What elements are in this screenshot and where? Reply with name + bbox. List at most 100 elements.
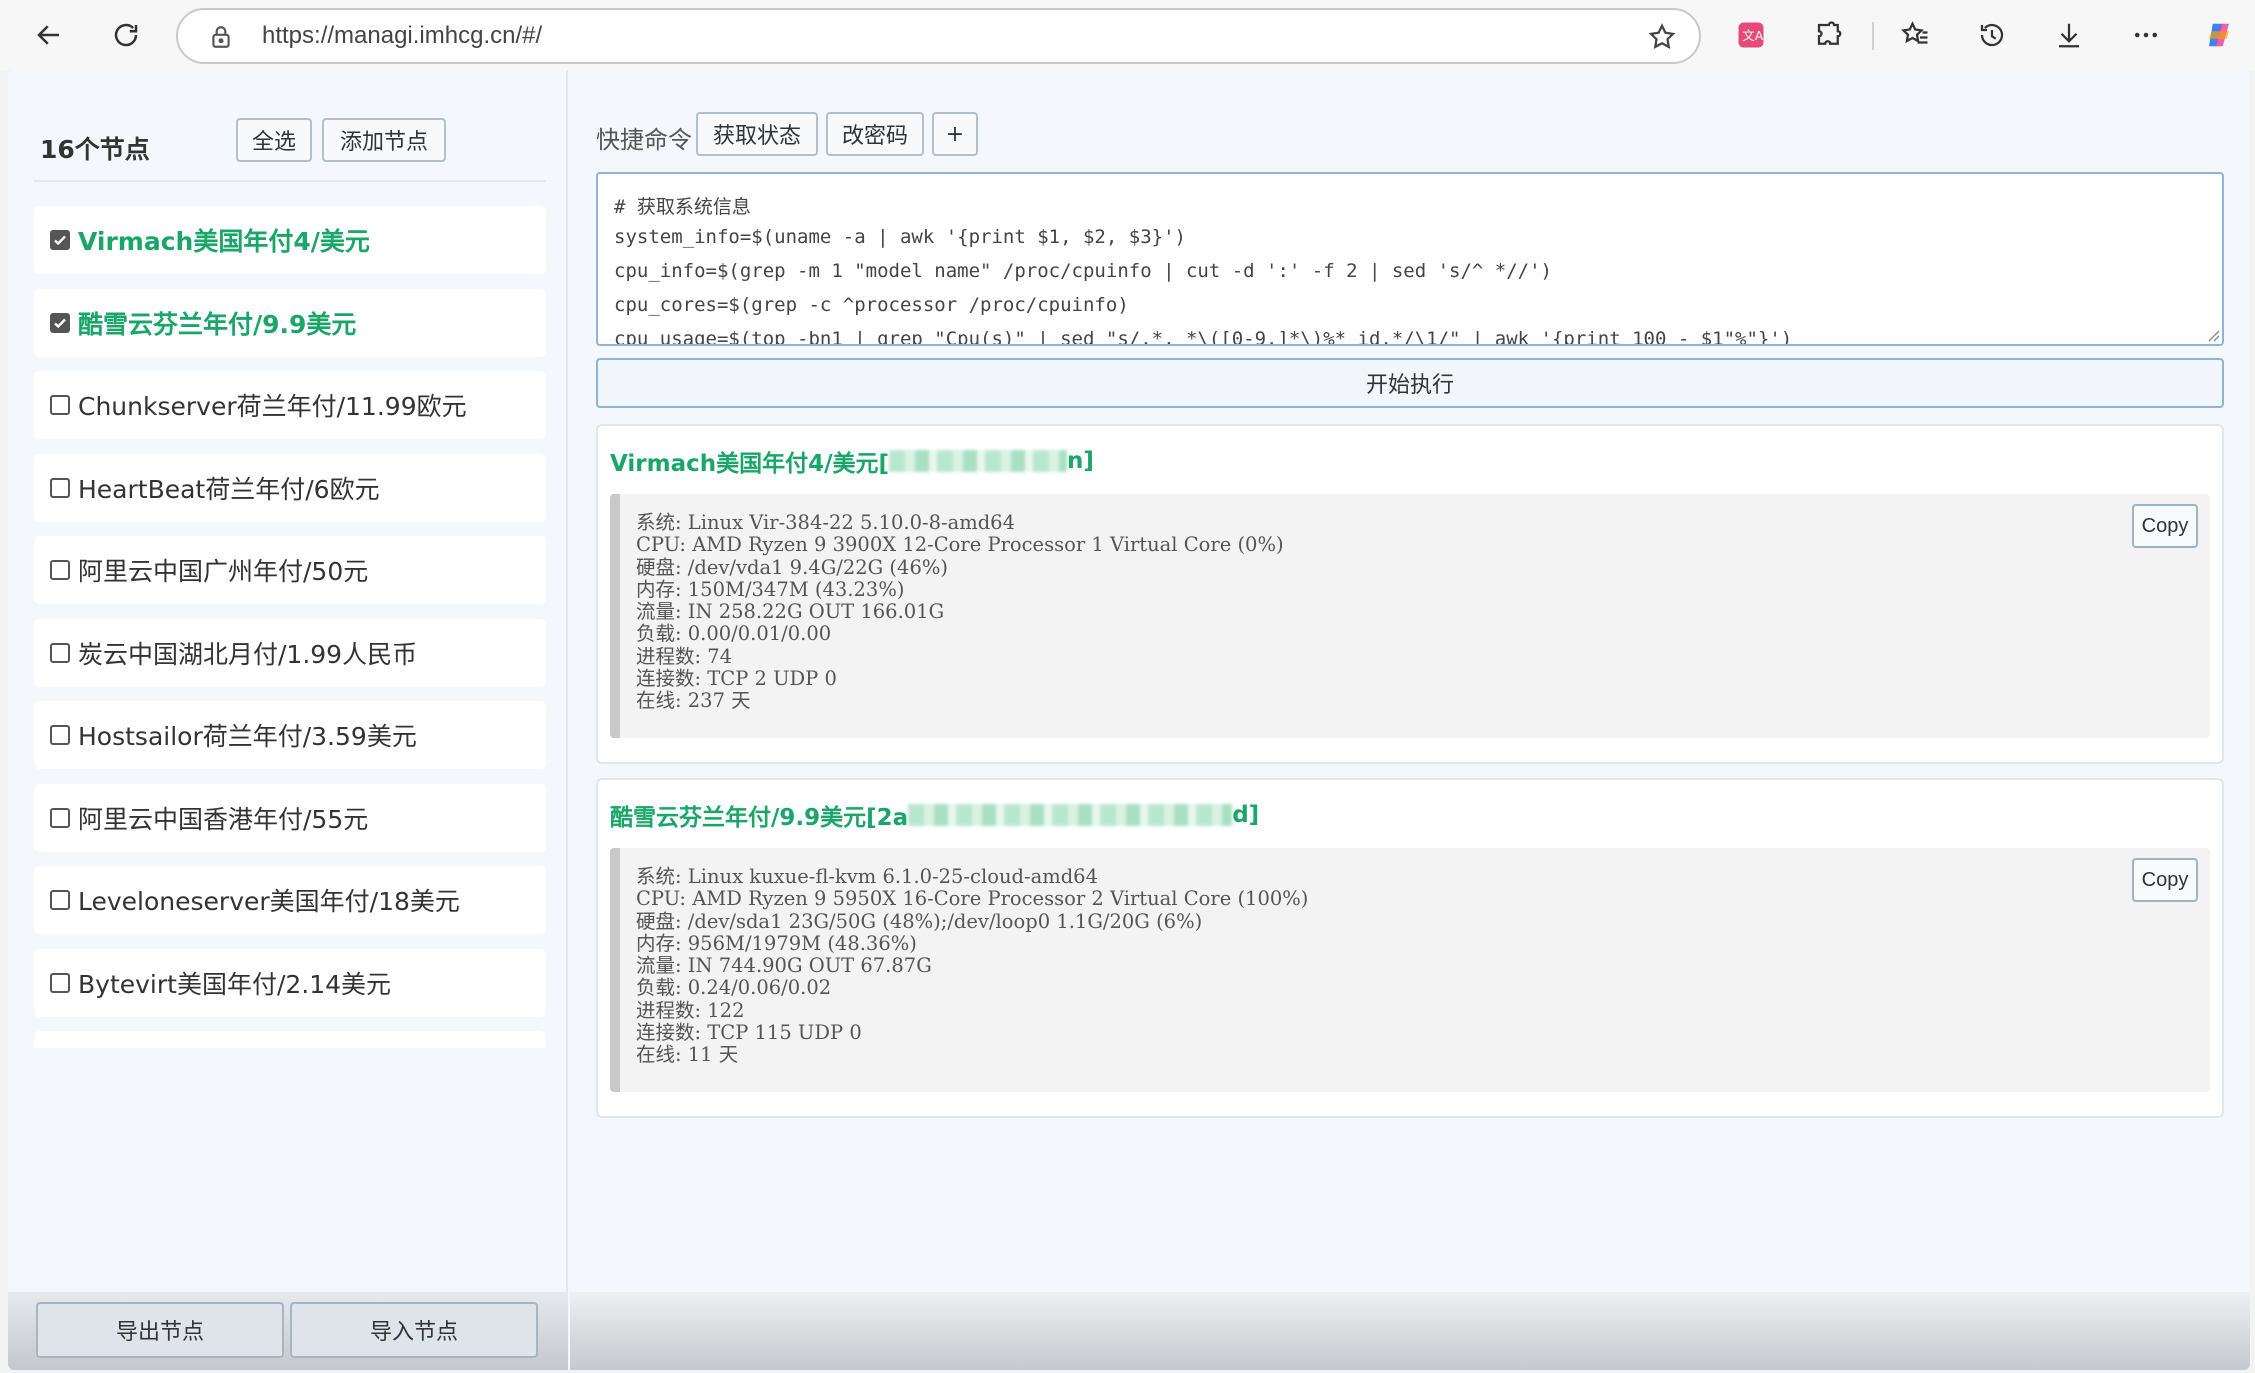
node-item[interactable]: Hostsailor荷兰年付/3.59美元 bbox=[34, 701, 546, 769]
sidebar-footer: 导出节点 导入节点 bbox=[8, 1292, 568, 1370]
node-label: 炭云中国湖北月付/1.99人民币 bbox=[78, 639, 418, 669]
translate-extension-icon[interactable]: 文A bbox=[1728, 12, 1774, 58]
output-line: 在线: 11 天 bbox=[636, 1043, 739, 1067]
copy-button[interactable]: Copy bbox=[2132, 858, 2198, 902]
command-line: cpu_usage=$(top -bn1 | grep "Cpu(s)" | s… bbox=[614, 328, 1793, 346]
command-line: cpu_cores=$(grep -c ^processor /proc/cpu… bbox=[614, 294, 1129, 316]
change-password-button[interactable]: 改密码 bbox=[826, 112, 924, 156]
output-line: 内存: 956M/1979M (48.36%) bbox=[636, 931, 917, 955]
output-line: 硬盘: /dev/vda1 9.4G/22G (46%) bbox=[636, 555, 948, 579]
extensions-puzzle-icon[interactable] bbox=[1806, 12, 1852, 58]
command-line: # 获取系统信息 bbox=[614, 196, 751, 218]
result-title-text: Virmach美国年付4/美元[ bbox=[610, 451, 890, 477]
node-label: Chunkserver荷兰年付/11.99欧元 bbox=[78, 392, 467, 421]
checkbox[interactable] bbox=[50, 890, 70, 910]
node-label: Leveloneserver美国年付/18美元 bbox=[78, 887, 460, 916]
add-command-button[interactable]: + bbox=[932, 112, 978, 156]
copilot-icon[interactable] bbox=[2196, 12, 2242, 58]
result-output: 系统: Linux Vir-384-22 5.10.0-8-amd64 CPU:… bbox=[610, 494, 2210, 738]
output-line: 在线: 237 天 bbox=[636, 689, 751, 713]
node-item[interactable]: 炭云中国湖北月付/1.99人民币 bbox=[34, 618, 546, 687]
checkbox-checked[interactable] bbox=[50, 230, 70, 250]
result-output: 系统: Linux kuxue-fl-kvm 6.1.0-25-cloud-am… bbox=[610, 848, 2210, 1092]
result-card: Virmach美国年付4/美元[ n] 系统: Linux Vir-384-22… bbox=[596, 424, 2224, 764]
browser-toolbar: https://managi.imhcg.cn/#/ 文A bbox=[0, 0, 2255, 70]
output-line: 流量: IN 744.90G OUT 67.87G bbox=[636, 954, 932, 978]
node-item[interactable]: HeartBeat荷兰年付/6欧元 bbox=[34, 453, 546, 522]
node-label: HeartBeat荷兰年付/6欧元 bbox=[78, 474, 380, 504]
more-menu-icon[interactable] bbox=[2123, 12, 2169, 58]
result-title: 酷雪云芬兰年付/9.9美元[2a d] bbox=[610, 798, 1259, 832]
checkbox[interactable] bbox=[50, 807, 70, 828]
command-textarea[interactable]: # 获取系统信息 system_info=$(uname -a | awk '{… bbox=[596, 172, 2224, 346]
refresh-icon[interactable] bbox=[103, 12, 149, 58]
output-line: 进程数: 74 bbox=[636, 644, 733, 668]
add-node-button[interactable]: 添加节点 bbox=[322, 118, 446, 162]
download-icon[interactable] bbox=[2046, 12, 2092, 58]
main-footer bbox=[570, 1292, 2250, 1370]
node-item[interactable]: 酷雪云芬兰年付/9.9美元 bbox=[34, 288, 546, 357]
favorites-icon[interactable] bbox=[1892, 12, 1938, 58]
history-icon[interactable] bbox=[1969, 12, 2015, 58]
copy-button[interactable]: Copy bbox=[2132, 504, 2198, 548]
node-label: Virmach美国年付4/美元 bbox=[78, 227, 370, 256]
checkbox[interactable] bbox=[50, 477, 70, 498]
output-line: 流量: IN 258.22G OUT 166.01G bbox=[636, 600, 945, 624]
node-label: 阿里云中国广州年付/50元 bbox=[78, 557, 369, 586]
get-status-button[interactable]: 获取状态 bbox=[696, 112, 818, 156]
lock-icon[interactable] bbox=[208, 24, 234, 50]
result-title-suffix: d] bbox=[1232, 802, 1260, 828]
result-title-text: 酷雪云芬兰年付/9.9美元[2a bbox=[610, 805, 909, 831]
node-label: 酷雪云芬兰年付/9.9美元 bbox=[78, 309, 357, 339]
output-line: 进程数: 122 bbox=[636, 998, 745, 1022]
node-item[interactable]: Virmach美国年付4/美元 bbox=[34, 206, 546, 274]
output-line: 内存: 150M/347M (43.23%) bbox=[636, 577, 905, 601]
output-line: 负载: 0.24/0.06/0.02 bbox=[636, 976, 832, 1000]
quick-commands-label: 快捷命令 bbox=[596, 126, 692, 154]
favorite-star-icon[interactable] bbox=[1647, 22, 1677, 52]
checkbox-checked[interactable] bbox=[50, 312, 70, 333]
node-label: 阿里云中国香港年付/55元 bbox=[78, 804, 369, 834]
result-title-suffix: n] bbox=[1067, 448, 1094, 474]
node-item[interactable]: Bytevirt美国年付/2.14美元 bbox=[34, 948, 546, 1017]
checkbox[interactable] bbox=[50, 972, 70, 993]
output-line: CPU: AMD Ryzen 9 3900X 12-Core Processor… bbox=[636, 533, 1284, 557]
svg-text:文A: 文A bbox=[1742, 28, 1764, 43]
back-icon[interactable] bbox=[26, 12, 72, 58]
output-line: 系统: Linux kuxue-fl-kvm 6.1.0-25-cloud-am… bbox=[636, 865, 1098, 888]
url-text[interactable]: https://managi.imhcg.cn/#/ bbox=[262, 22, 542, 50]
checkbox[interactable] bbox=[50, 642, 70, 663]
command-line: cpu_info=$(grep -m 1 "model name" /proc/… bbox=[614, 260, 1552, 282]
select-all-button[interactable]: 全选 bbox=[236, 118, 312, 162]
run-button[interactable]: 开始执行 bbox=[596, 358, 2224, 408]
checkbox[interactable] bbox=[50, 725, 70, 745]
output-line: 连接数: TCP 115 UDP 0 bbox=[636, 1021, 862, 1045]
node-item[interactable]: 阿里云中国香港年付/55元 bbox=[34, 783, 546, 852]
output-line: 硬盘: /dev/sda1 23G/50G (48%);/dev/loop0 1… bbox=[636, 909, 1203, 933]
output-line: 连接数: TCP 2 UDP 0 bbox=[636, 667, 837, 691]
output-line: 负载: 0.00/0.01/0.00 bbox=[636, 622, 832, 646]
resize-handle-icon[interactable] bbox=[2206, 328, 2220, 342]
output-line: 系统: Linux Vir-384-22 5.10.0-8-amd64 bbox=[636, 511, 1015, 534]
address-bar[interactable]: https://managi.imhcg.cn/#/ bbox=[176, 8, 1701, 64]
sidebar-header: 16个节点 全选 添加节点 bbox=[34, 118, 546, 182]
checkbox[interactable] bbox=[50, 395, 70, 415]
page: 16个节点 全选 添加节点 Virmach美国年付4/美元 酷雪云芬兰年付/9.… bbox=[8, 70, 2250, 1370]
import-nodes-button[interactable]: 导入节点 bbox=[290, 1302, 538, 1358]
checkbox[interactable] bbox=[50, 560, 70, 580]
node-count-title: 16个节点 bbox=[40, 135, 150, 164]
output-line: CPU: AMD Ryzen 9 5950X 16-Core Processor… bbox=[636, 887, 1309, 911]
node-item[interactable]: Leveloneserver美国年付/18美元 bbox=[34, 866, 546, 934]
node-item-partial[interactable] bbox=[34, 1031, 546, 1048]
result-card: 酷雪云芬兰年付/9.9美元[2a d] 系统: Linux kuxue-fl-k… bbox=[596, 778, 2224, 1118]
node-list: Virmach美国年付4/美元 酷雪云芬兰年付/9.9美元 Chunkserve… bbox=[34, 206, 546, 1048]
node-item[interactable]: 阿里云中国广州年付/50元 bbox=[34, 536, 546, 604]
redacted-ip bbox=[889, 450, 1068, 472]
redacted-ip bbox=[908, 804, 1233, 826]
toolbar-separator bbox=[1872, 22, 1874, 50]
node-sidebar: 16个节点 全选 添加节点 Virmach美国年付4/美元 酷雪云芬兰年付/9.… bbox=[8, 70, 568, 1370]
export-nodes-button[interactable]: 导出节点 bbox=[36, 1302, 284, 1358]
node-label: Bytevirt美国年付/2.14美元 bbox=[78, 969, 392, 999]
node-item[interactable]: Chunkserver荷兰年付/11.99欧元 bbox=[34, 371, 546, 439]
command-line: system_info=$(uname -a | awk '{print $1,… bbox=[614, 226, 1186, 248]
